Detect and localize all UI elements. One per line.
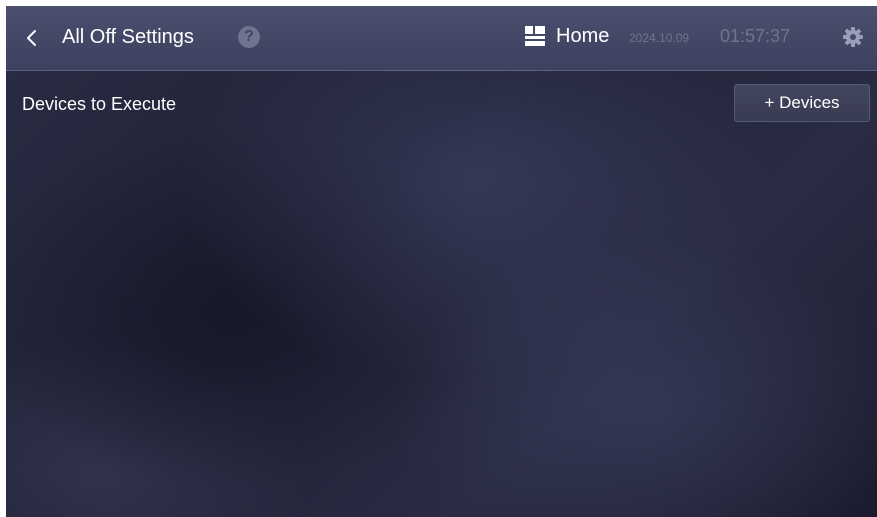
home-label[interactable]: Home	[556, 25, 609, 48]
page-title: All Off Settings	[62, 26, 194, 48]
back-button[interactable]	[18, 22, 46, 54]
home-layout-icon	[525, 26, 545, 46]
app-screen: All Off Settings ? Home 2024.10.09 01:57…	[6, 6, 877, 517]
section-label-devices-to-execute: Devices to Execute	[22, 94, 177, 114]
gear-icon[interactable]	[841, 25, 865, 49]
date-display: 2024.10.09	[629, 31, 690, 45]
add-devices-button[interactable]: + Devices	[734, 84, 870, 122]
question-mark-icon[interactable]: ?	[238, 26, 260, 48]
top-bar: All Off Settings ? Home 2024.10.09 01:57…	[6, 6, 877, 71]
time-display: 01:57:37	[720, 26, 791, 46]
chevron-left-icon	[27, 30, 36, 46]
